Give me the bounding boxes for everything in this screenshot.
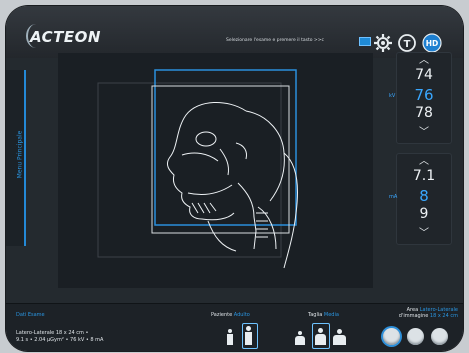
adult-icon-head xyxy=(246,326,251,331)
size-medium-head xyxy=(318,328,323,333)
device-frame: ACTEON Selezionare l'esame e premere il … xyxy=(6,6,463,351)
child-icon-head xyxy=(228,329,232,333)
acteon-logo: ACTEON xyxy=(30,28,101,46)
size-large-head xyxy=(337,329,342,334)
skull-preview-image xyxy=(97,69,298,269)
header-bar: ACTEON Selezionare l'esame e premere il … xyxy=(6,6,463,58)
ma-stepper[interactable]: ︿ 7.1 8 mA 9 ﹀ xyxy=(389,153,452,245)
t-mode-icon[interactable]: T xyxy=(397,33,417,53)
kv-value-current: 76 xyxy=(414,86,434,104)
size-section-label: Taglia Media xyxy=(308,312,339,318)
svg-text:T: T xyxy=(404,39,411,50)
kv-value-upper: 74 xyxy=(415,67,433,83)
kv-increase-button[interactable]: ︿ xyxy=(397,55,451,67)
ma-value-upper: 7.1 xyxy=(412,168,436,184)
kv-value-lower: 78 xyxy=(415,105,433,121)
image-label: d'immagine xyxy=(398,313,429,319)
main-menu-label: Menu Principale xyxy=(16,130,24,179)
ma-value-lower: 9 xyxy=(419,206,429,222)
size-small-icon[interactable] xyxy=(295,336,305,345)
hd-icon[interactable]: HD xyxy=(422,33,442,53)
ma-decrease-button[interactable]: ﹀ xyxy=(397,228,451,240)
patient-section-label: Paziente Adulto xyxy=(211,312,250,318)
area-option-lateral[interactable] xyxy=(383,328,400,345)
child-icon[interactable] xyxy=(227,334,233,345)
start-key-indicator xyxy=(359,37,371,46)
exam-data-line-1: Latero-Laterale 18 x 24 cm • xyxy=(16,330,89,336)
exam-data-line-2: 9.1 s • 2.04 µGym² • 76 kV • 8 mA xyxy=(16,337,104,343)
adult-icon[interactable] xyxy=(245,332,252,345)
bottom-divider xyxy=(6,303,463,304)
image-area-section-label: Area Latero-Laterale d'immagine 18 x 24 … xyxy=(378,307,458,319)
area-option-3[interactable] xyxy=(431,328,448,345)
size-label: Taglia xyxy=(308,312,323,318)
kv-stepper[interactable]: ︿ 74 76 kV 78 ﹀ xyxy=(389,52,452,144)
image-size-value: 18 x 24 cm xyxy=(429,313,458,319)
size-value: Media xyxy=(323,312,339,318)
kv-unit-label: kV xyxy=(389,93,396,99)
kv-decrease-button[interactable]: ﹀ xyxy=(397,127,451,139)
area-option-2[interactable] xyxy=(407,328,424,345)
main-menu-tab[interactable]: Menu Principale xyxy=(6,70,26,246)
ma-value-current: 8 xyxy=(419,187,429,205)
size-small-head xyxy=(298,331,302,335)
instruction-text: Selezionare l'esame e premere il tasto >… xyxy=(226,38,324,43)
ma-increase-button[interactable]: ︿ xyxy=(397,156,451,168)
patient-label: Paziente xyxy=(211,312,233,318)
size-medium-icon[interactable] xyxy=(315,334,326,345)
patient-value: Adulto xyxy=(233,312,250,318)
settings-gear-icon[interactable] xyxy=(373,33,393,53)
svg-text:HD: HD xyxy=(426,39,439,48)
exam-data-title: Dati Esame xyxy=(16,312,45,318)
exam-data-summary: Latero-Laterale 18 x 24 cm • 9.1 s • 2.0… xyxy=(16,330,103,344)
preview-area xyxy=(58,53,373,288)
ma-unit-label: mA xyxy=(389,194,398,200)
size-large-icon[interactable] xyxy=(333,335,346,345)
